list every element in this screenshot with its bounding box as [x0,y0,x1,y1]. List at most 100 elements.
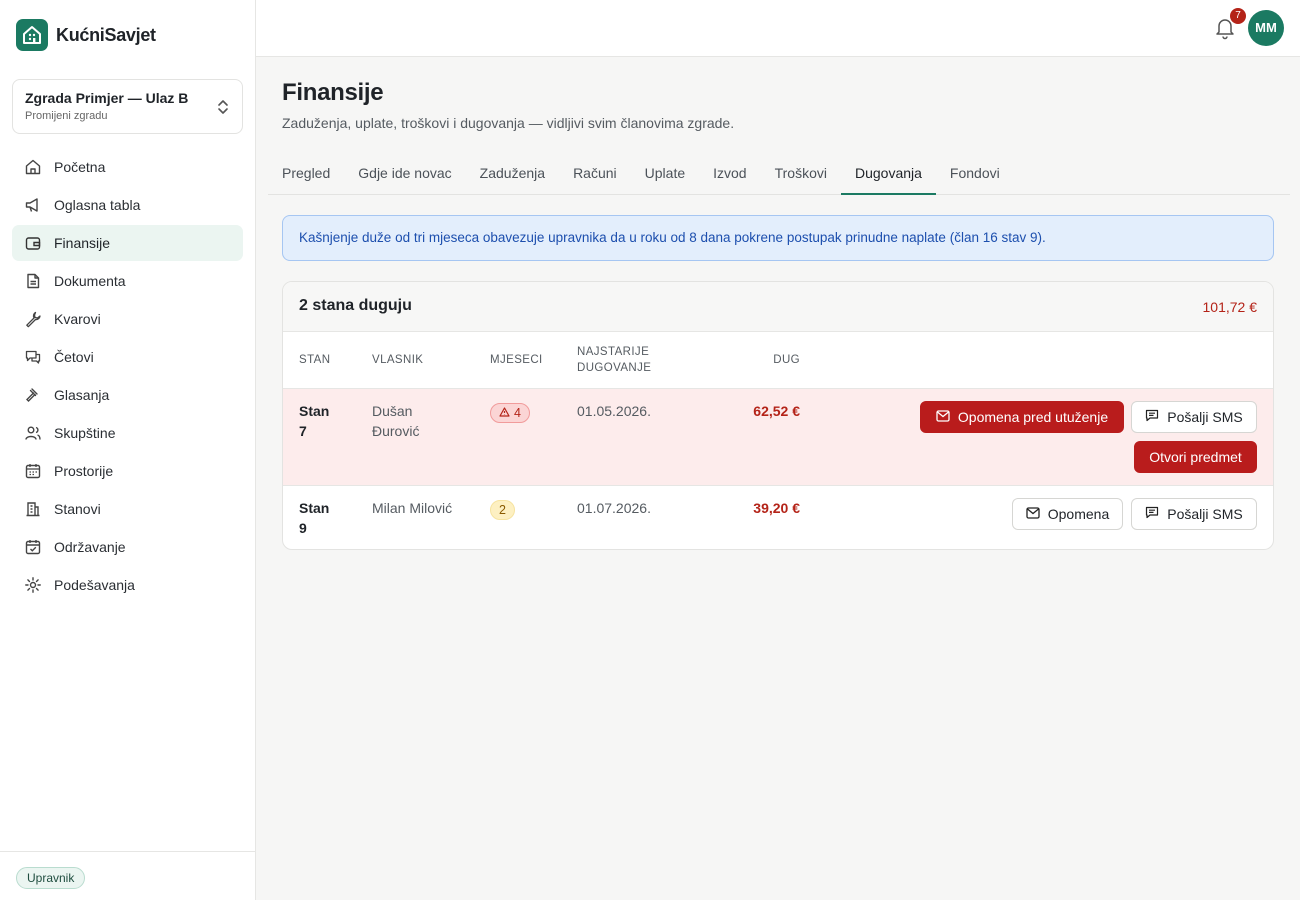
sidebar-item-podesavanja[interactable]: Podešavanja [12,567,243,603]
sidebar-item-label: Održavanje [54,539,126,555]
row-owner: Milan Milović [372,500,453,516]
calendar-icon [24,462,42,480]
sidebar-item-label: Dokumenta [54,273,126,289]
row-debt: 62,52 € [753,403,800,419]
sidebar-item-skupstine[interactable]: Skupštine [12,415,243,451]
gear-icon [24,576,42,594]
months-pill: 4 [490,403,530,423]
warning-triangle-icon [499,403,510,423]
button-label: Otvori predmet [1149,449,1242,465]
sidebar-item-odrzavanje[interactable]: Održavanje [12,529,243,565]
button-label: Pošalji SMS [1167,506,1243,522]
sidebar-footer: Upravnik [0,851,255,900]
tab-dugovanja[interactable]: Dugovanja [840,154,936,195]
mail-icon [1026,506,1040,522]
topbar: 7 MM [256,0,1300,57]
tab-racuni[interactable]: Računi [559,154,631,195]
sidebar-item-label: Četovi [54,349,94,365]
months-badge: 2 [490,499,515,520]
table-header: Stan Vlasnik Mjeseci Najstarije dugovanj… [283,332,1273,389]
tab-zaduzenja[interactable]: Zaduženja [466,154,559,195]
avatar[interactable]: MM [1248,10,1284,46]
sidebar-item-label: Stanovi [54,501,101,517]
warning-button[interactable]: Opomena [1012,498,1123,530]
tab-pregled[interactable]: Pregled [268,154,344,195]
send-sms-button[interactable]: Pošalji SMS [1131,401,1257,433]
house-logo-icon [16,19,48,51]
row-debt: 39,20 € [753,500,800,516]
building-icon [24,500,42,518]
wallet-icon [24,234,42,252]
warning-before-lawsuit-button[interactable]: Opomena pred utuženje [920,401,1124,433]
home-icon [24,158,42,176]
page-title: Finansije [282,79,384,106]
finance-tabs: Pregled Gdje ide novac Zaduženja Računi … [268,154,1290,195]
column-header-mjeseci: Mjeseci [490,354,543,366]
column-header-najstarije: Najstarije dugovanje [577,344,651,376]
tab-izvod[interactable]: Izvod [699,154,760,195]
sidebar-item-label: Skupštine [54,425,116,441]
button-label: Opomena [1047,506,1110,522]
sidebar-item-pocetna[interactable]: Početna [12,149,243,185]
sidebar-item-label: Oglasna tabla [54,197,141,213]
role-badge: Upravnik [16,867,86,889]
months-badge: 4 [490,402,530,423]
tab-fondovi[interactable]: Fondovi [936,154,1014,195]
tab-troskovi[interactable]: Troškovi [761,154,841,195]
debts-card: 2 stana duguju 101,72 € Stan Vlasnik Mje… [282,281,1274,550]
wrench-icon [24,310,42,328]
column-header-stan: Stan [299,354,331,366]
building-switcher[interactable]: Zgrada Primjer — Ulaz B Promijeni zgradu [12,79,243,134]
button-label: Pošalji SMS [1167,409,1243,425]
chat-icon [24,348,42,366]
sidebar: KućniSavjet Zgrada Primjer — Ulaz B Prom… [0,0,256,900]
tab-gdje-ide-novac[interactable]: Gdje ide novac [344,154,465,195]
building-switch-label: Promijeni zgradu [25,110,108,122]
send-sms-button[interactable]: Pošalji SMS [1131,498,1257,530]
months-pill: 2 [490,500,515,520]
info-alert: Kašnjenje duže od tri mjeseca obavezuje … [282,215,1274,261]
megaphone-icon [24,196,42,214]
sidebar-item-label: Podešavanja [54,577,135,593]
column-header-dug: Dug [773,354,800,366]
row-stan: Stan 9 [299,500,330,536]
message-icon [1145,409,1159,425]
row-oldest-date: 01.07.2026. [577,500,651,516]
button-label: Opomena pred utuženje [957,409,1109,425]
sidebar-item-glasanja[interactable]: Glasanja [12,377,243,413]
sidebar-item-kvarovi[interactable]: Kvarovi [12,301,243,337]
sidebar-item-cetovi[interactable]: Četovi [12,339,243,375]
building-name: Zgrada Primjer — Ulaz B [25,90,189,106]
open-case-button[interactable]: Otvori predmet [1134,441,1257,473]
sidebar-item-label: Glasanja [54,387,110,403]
notification-count-badge: 7 [1230,8,1246,24]
sidebar-nav: Početna Oglasna tabla Finansije Dokument… [12,149,243,605]
tab-uplate[interactable]: Uplate [631,154,699,195]
column-header-najstarije-line2: dugovanje [577,362,652,374]
brand-name: KućniSavjet [56,24,156,45]
row-owner: Dušan Đurović [372,403,420,439]
calendar-check-icon [24,538,42,556]
column-header-vlasnik: Vlasnik [372,354,424,366]
sidebar-item-oglasna-tabla[interactable]: Oglasna tabla [12,187,243,223]
sidebar-item-prostorije[interactable]: Prostorije [12,453,243,489]
users-icon [24,424,42,442]
table-row: Stan 7 Dušan Đurović 4 01.05.2026. 62,52… [283,389,1273,486]
debts-total: 101,72 € [1202,299,1258,315]
page-subtitle: Zaduženja, uplate, troškovi i dugovanja … [282,115,735,131]
sidebar-item-label: Finansije [54,235,111,251]
sidebar-item-finansije[interactable]: Finansije [12,225,243,261]
row-stan: Stan 7 [299,403,330,439]
main-content: Finansije Zaduženja, uplate, troškovi i … [256,57,1300,900]
message-icon [1145,506,1159,522]
sidebar-item-stanovi[interactable]: Stanovi [12,491,243,527]
chevron-up-down-icon [216,99,230,120]
sidebar-item-dokumenta[interactable]: Dokumenta [12,263,243,299]
months-count: 2 [499,503,506,517]
document-icon [24,272,42,290]
row-oldest-date: 01.05.2026. [577,403,651,419]
sidebar-item-label: Prostorije [54,463,114,479]
brand[interactable]: KućniSavjet [16,19,156,51]
debts-card-header: 2 stana duguju 101,72 € [283,282,1273,332]
table-row: Stan 9 Milan Milović 2 01.07.2026. 39,20… [283,486,1273,549]
